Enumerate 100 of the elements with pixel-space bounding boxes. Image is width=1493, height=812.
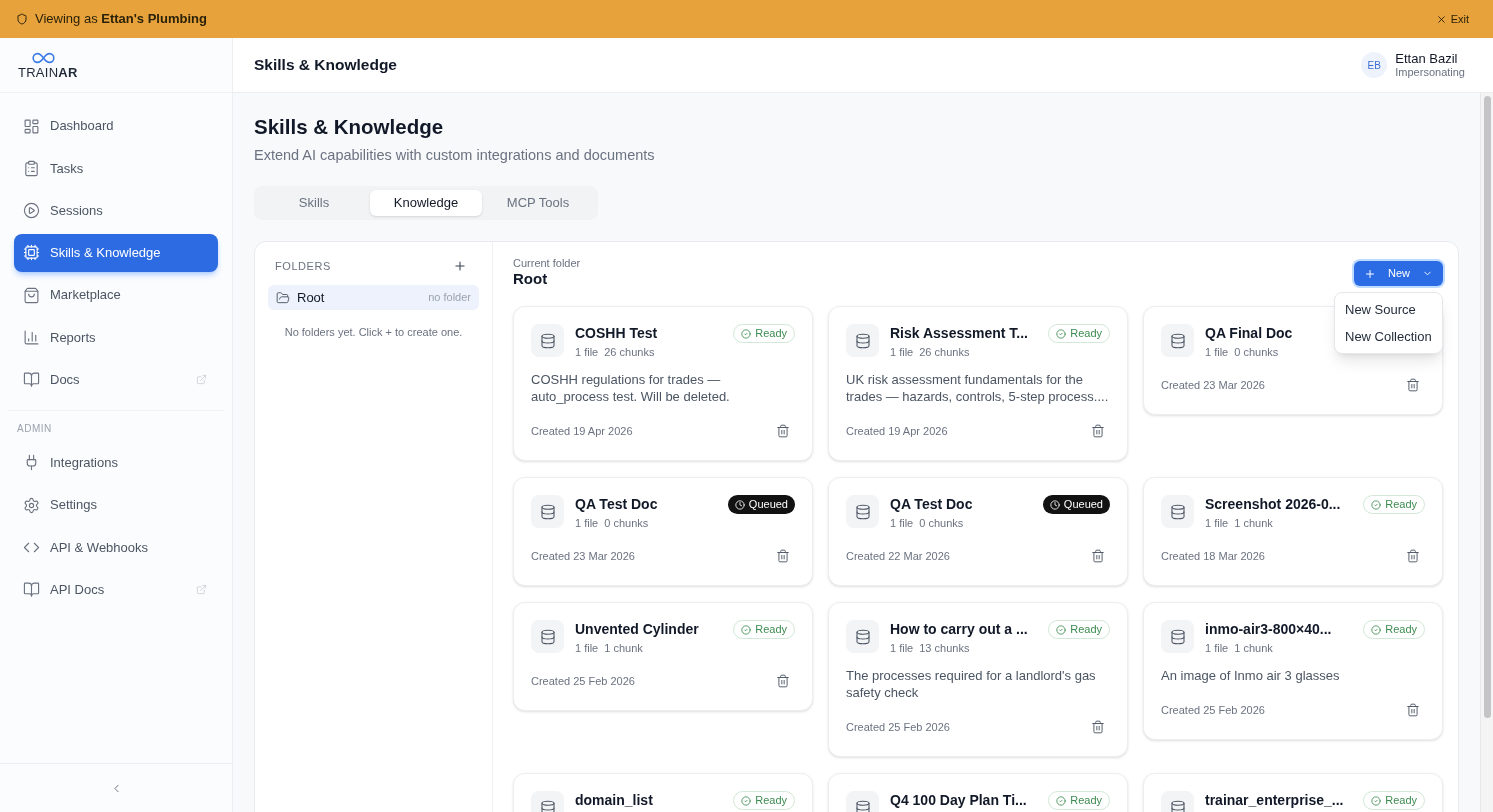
status-label: Ready xyxy=(755,793,787,809)
clock-icon xyxy=(734,499,745,510)
database-icon xyxy=(1161,324,1194,357)
check-circle-icon xyxy=(1371,499,1382,510)
card-title: Q4 100 Day Plan Ti... xyxy=(890,791,1027,809)
card-title: Screenshot 2026-0... xyxy=(1205,495,1341,513)
scrollbar-thumb[interactable] xyxy=(1483,96,1491,718)
trash-icon[interactable] xyxy=(1406,378,1420,392)
trash-icon[interactable] xyxy=(1406,703,1420,717)
clock-icon xyxy=(1049,499,1060,510)
trash-icon[interactable] xyxy=(1406,549,1420,563)
play-circle-icon xyxy=(23,202,40,220)
avatar: EB xyxy=(1361,52,1388,78)
status-label: Ready xyxy=(1070,326,1102,342)
status-label: Ready xyxy=(1385,793,1417,809)
chunk-count: 0 chunks xyxy=(1234,345,1279,359)
logo-icon xyxy=(30,50,57,65)
card-description: The processes required for a landlord's gas safety check xyxy=(846,667,1097,701)
card-title: QA Test Doc xyxy=(575,495,658,513)
card-title: How to carry out a ... xyxy=(890,620,1028,638)
created-date: Created 23 Mar 2026 xyxy=(1161,377,1265,393)
shield-icon xyxy=(16,13,28,25)
card-title: QA Test Doc xyxy=(890,495,973,513)
created-date: Created 22 Mar 2026 xyxy=(846,548,950,564)
nav-item[interactable]: Marketplace xyxy=(14,276,218,315)
file-count: 1 file xyxy=(1205,641,1229,655)
knowledge-card[interactable]: Screenshot 2026-0... 1 file 1 chunk Ready Created 18 Mar 2026 xyxy=(1143,477,1443,586)
chunk-count: 1 chunk xyxy=(604,641,643,655)
nav-item[interactable]: Tasks xyxy=(14,149,218,188)
knowledge-card[interactable]: Risk Assessment T... 1 file 26 chunks Ready UK risk assessment fundamentals for the trades — hazards, controls, 5-step process.... Created 19 Apr 2026 xyxy=(828,306,1128,461)
nav-item[interactable]: Sessions xyxy=(14,191,218,230)
database-icon xyxy=(846,324,879,357)
database-icon xyxy=(1161,495,1194,528)
knowledge-card[interactable]: How to carry out a ... 1 file 13 chunks Ready The processes required for a landlord's gas safety check Created 25 Feb 2026 xyxy=(828,602,1128,757)
tab[interactable]: Knowledge xyxy=(370,190,482,216)
file-count: 1 file xyxy=(1205,345,1229,359)
created-date: Created 19 Apr 2026 xyxy=(846,423,948,439)
database-icon xyxy=(1161,620,1194,653)
card-description: COSHH regulations for trades — auto_process test. Will be deleted. xyxy=(531,371,731,405)
file-count: 1 file xyxy=(890,641,914,655)
nav-item[interactable]: Settings xyxy=(14,486,218,525)
check-circle-icon xyxy=(741,795,752,806)
chunk-count: 26 chunks xyxy=(604,345,655,359)
nav-item[interactable]: API & Webhooks xyxy=(14,528,218,567)
plus-icon[interactable] xyxy=(453,259,467,273)
nav-item[interactable]: Reports xyxy=(14,318,218,357)
trash-icon[interactable] xyxy=(776,674,790,688)
check-circle-icon xyxy=(1056,328,1067,339)
exit-button[interactable]: Exit xyxy=(1435,10,1469,28)
knowledge-card[interactable]: inmo-air3-800×40... 1 file 1 chunk Ready An image of Inmo air 3 glasses Created 25 Feb 2026 xyxy=(1143,602,1443,740)
knowledge-card[interactable]: COSHH Test 1 file 26 chunks Ready COSHH regulations for trades — auto_process test. Will be deleted. Created 19 Apr 2026 xyxy=(513,306,813,461)
knowledge-card[interactable]: Q4 100 Day Plan Ti... Ready xyxy=(828,773,1128,812)
header-title: Skills & Knowledge xyxy=(254,55,397,76)
knowledge-card[interactable]: QA Test Doc 1 file 0 chunks Queued Created 23 Mar 2026 xyxy=(513,477,813,586)
current-folder-label: Current folder xyxy=(513,256,581,270)
nav-item[interactable]: Dashboard xyxy=(14,107,218,145)
clipboard-icon xyxy=(23,159,40,177)
chip-icon xyxy=(23,244,40,262)
card-title: COSHH Test xyxy=(575,324,658,342)
empty-folders-message: No folders yet. Click + to create one. xyxy=(283,325,464,339)
check-circle-icon xyxy=(1371,795,1382,806)
folders-heading: FOLDERS xyxy=(275,258,331,274)
logo-text: TRAINAR xyxy=(18,64,78,80)
close-icon xyxy=(1435,13,1447,25)
database-icon xyxy=(531,495,564,528)
status-label: Ready xyxy=(1070,793,1102,809)
tab[interactable]: Skills xyxy=(258,190,370,216)
card-title: domain_list xyxy=(575,791,653,809)
menu-item[interactable]: New Collection xyxy=(1335,323,1442,350)
chunk-count: 0 chunks xyxy=(919,516,964,530)
section-label: ADMIN xyxy=(16,422,53,435)
trash-icon[interactable] xyxy=(1091,720,1105,734)
nav-item[interactable]: Integrations xyxy=(14,443,218,482)
knowledge-card[interactable]: trainar_enterprise_... Ready xyxy=(1143,773,1443,812)
nav-item[interactable]: API Docs xyxy=(14,570,218,609)
trash-icon[interactable] xyxy=(1091,424,1105,438)
new-button[interactable]: New xyxy=(1354,261,1443,286)
nav-item[interactable]: Docs xyxy=(14,360,218,399)
file-count: 1 file xyxy=(890,516,914,530)
card-title: inmo-air3-800×40... xyxy=(1205,620,1332,638)
folder-item[interactable]: Root no folder xyxy=(268,285,479,310)
bar-chart-icon xyxy=(23,329,40,346)
chunk-count: 0 chunks xyxy=(604,516,649,530)
knowledge-card[interactable]: domain_list Ready xyxy=(513,773,813,812)
file-count: 1 file xyxy=(575,641,599,655)
trash-icon[interactable] xyxy=(1091,549,1105,563)
folder-note: no folder xyxy=(428,290,471,306)
created-date: Created 25 Feb 2026 xyxy=(846,719,950,735)
trash-icon[interactable] xyxy=(776,549,790,563)
status-label: Ready xyxy=(1385,622,1417,638)
impersonation-notice: Viewing as Ettan's Plumbing xyxy=(35,10,207,29)
knowledge-card[interactable]: QA Test Doc 1 file 0 chunks Queued Created 22 Mar 2026 xyxy=(828,477,1128,586)
user-role: Impersonating xyxy=(1395,66,1465,79)
trash-icon[interactable] xyxy=(776,424,790,438)
nav-item[interactable]: Skills & Knowledge xyxy=(14,233,218,272)
tab[interactable]: MCP Tools xyxy=(482,190,594,216)
knowledge-card[interactable]: Unvented Cylinder 1 file 1 chunk Ready Created 25 Feb 2026 xyxy=(513,602,813,711)
card-title: Unvented Cylinder xyxy=(575,620,699,638)
database-icon xyxy=(846,495,879,528)
scrollbar[interactable] xyxy=(1480,93,1493,812)
